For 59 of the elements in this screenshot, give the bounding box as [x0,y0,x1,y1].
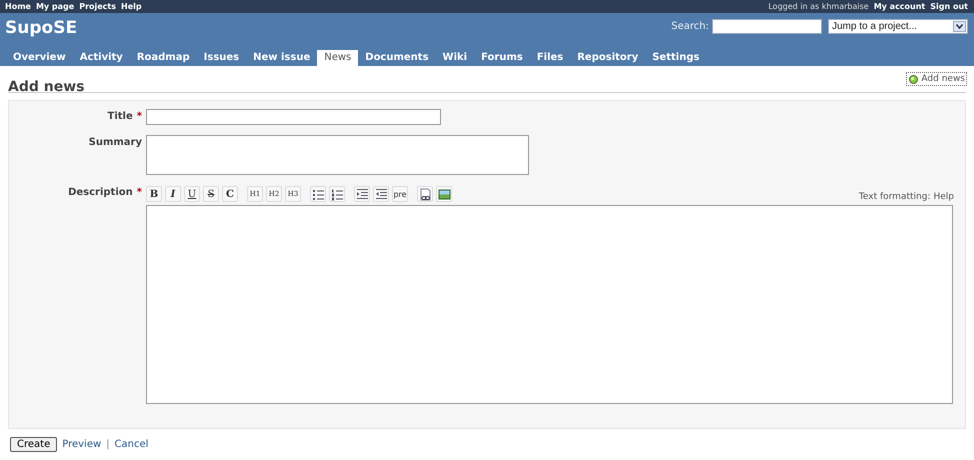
numbers-button[interactable] [329,186,345,202]
search-field[interactable] [712,19,822,34]
indent-button[interactable] [354,186,370,202]
nav-tab[interactable]: Roadmap [130,50,197,66]
field-label: Title [108,111,133,122]
format-button[interactable]: B [146,186,162,202]
project-title: SupoSE [5,18,78,38]
nav-tab[interactable]: Wiki [436,50,474,66]
format-button[interactable]: S [203,186,219,202]
top-menu-link[interactable]: My page [36,2,74,11]
account-link[interactable]: Sign out [930,2,968,11]
link-button[interactable] [417,186,433,202]
top-menu-link[interactable]: Help [121,2,142,11]
required-mark: * [136,111,142,122]
nav-tab[interactable]: Repository [570,50,646,66]
add-news-link[interactable]: Add news [906,72,967,86]
dropdown-arrow-icon [953,21,966,32]
description-field[interactable] [146,205,953,404]
project-select[interactable]: Jump to a project... [828,19,968,34]
image-button[interactable] [436,186,452,202]
field-label: Description [68,187,133,198]
bullet-list-icon [311,187,325,201]
account-link[interactable]: My account [874,2,926,11]
indent-icon [355,187,369,201]
required-mark: * [136,187,142,198]
nav-tab[interactable]: Settings [645,50,706,66]
image-icon [437,187,451,201]
logged-in-text: Logged in as khmarbaise [768,2,869,11]
link-separator: | [106,439,110,450]
outdent-icon [374,187,388,201]
search-label: Search: [671,21,709,32]
title-field[interactable] [146,109,441,125]
top-menu-link[interactable]: Projects [79,2,116,11]
page-link-icon [418,187,432,201]
bullets-button[interactable] [310,186,326,202]
nav-tab[interactable]: News [317,50,358,66]
nav-tab[interactable]: Forums [474,50,530,66]
format-button[interactable]: pre [392,186,408,202]
create-button[interactable]: Create [10,437,58,452]
numbered-list-icon [330,187,344,201]
form-link[interactable]: Cancel [114,439,148,450]
page-heading: Add news [8,79,84,95]
format-button[interactable]: I [165,186,181,202]
format-button[interactable]: U [184,186,200,202]
formatting-label: Text formatting: [858,192,930,202]
form-link[interactable]: Preview [62,439,102,450]
nav-tab[interactable]: Issues [196,50,246,66]
format-button[interactable]: C [222,186,238,202]
nav-tab[interactable]: Documents [358,50,436,66]
nav-tab[interactable]: Files [530,50,570,66]
field-label: Summary [88,137,142,148]
add-icon [909,74,918,84]
nav-tab[interactable]: Activity [72,50,130,66]
outdent-button[interactable] [373,186,389,202]
nav-tab[interactable]: New issue [246,50,318,66]
top-menu-link[interactable]: Home [5,2,31,11]
summary-field[interactable] [146,135,529,175]
nav-tab[interactable]: Overview [6,50,73,66]
help-link[interactable]: Help [933,192,954,202]
